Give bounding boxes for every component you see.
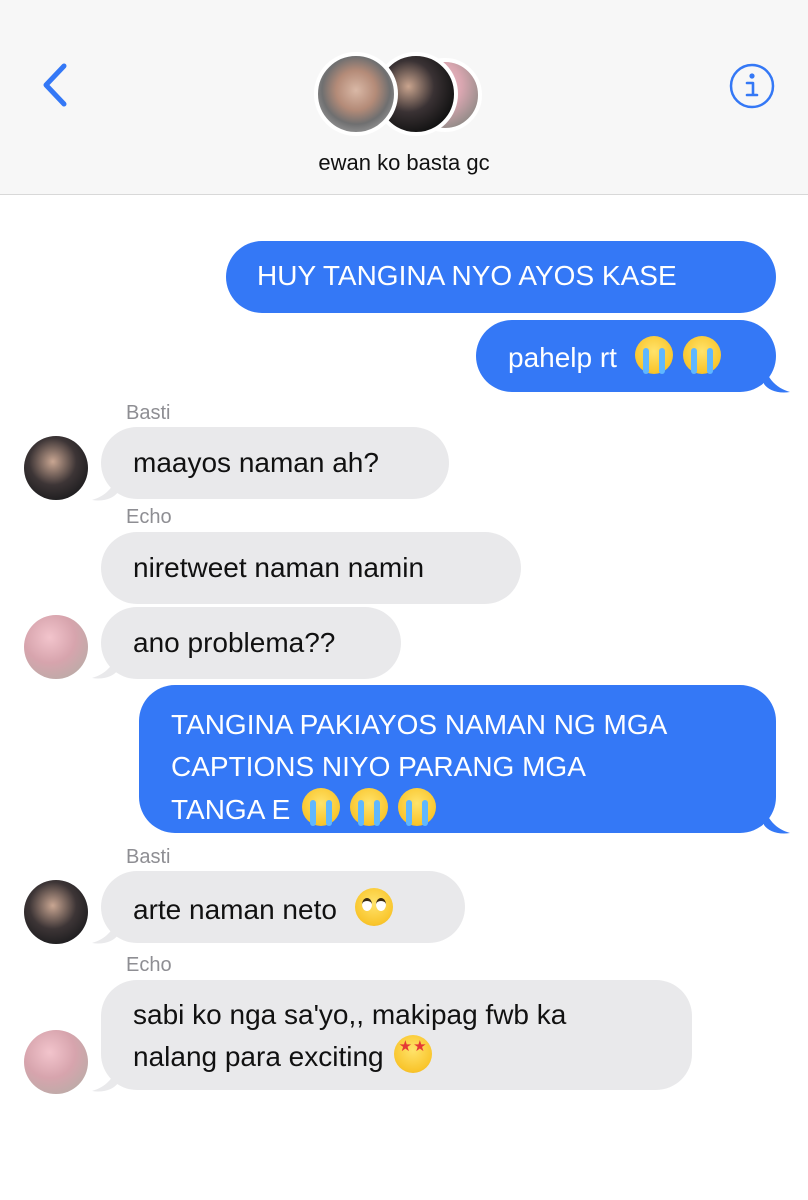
message-line: nalang para exciting (133, 1041, 384, 1072)
avatar-echo[interactable] (24, 1030, 88, 1094)
loudly-crying-emoji (302, 788, 341, 826)
star-struck-emoji (393, 1035, 432, 1073)
bubble-tail (764, 362, 790, 393)
sender-name: Echo (126, 506, 172, 528)
message-text: niretweet naman namin (133, 552, 425, 583)
message-line: TANGINA PAKIAYOS NAMAN NG MGA (171, 709, 668, 740)
message-bubble-incoming[interactable]: sabi ko nga sa'yo,, makipag fwb ka nalan… (101, 980, 692, 1090)
avatar-basti[interactable] (24, 880, 88, 944)
message-text: maayos naman ah? (133, 447, 379, 478)
message-bubble-incoming[interactable]: maayos naman ah? (101, 427, 449, 499)
message-text: arte naman neto (133, 894, 337, 925)
message-bubble-outgoing[interactable]: pahelp rt (476, 320, 776, 392)
group-avatars[interactable] (312, 50, 482, 142)
sender-name: Basti (126, 846, 171, 868)
message-line: TANGA E (171, 794, 291, 825)
loudly-crying-emoji (682, 336, 721, 374)
message-text: HUY TANGINA NYO AYOS KASE (257, 260, 677, 291)
rolling-eyes-emoji (354, 888, 393, 926)
avatar-echo[interactable] (24, 615, 88, 679)
message-bubble-incoming[interactable]: arte naman neto (101, 871, 465, 943)
message-text: ano problema?? (133, 627, 336, 658)
chevron-left-icon (43, 63, 67, 107)
message-line: sabi ko nga sa'yo,, makipag fwb ka (133, 999, 567, 1030)
conversation-header: ewan ko basta gc (0, 0, 808, 195)
message-line: CAPTIONS NIYO PARANG MGA (171, 751, 586, 782)
avatar-basti[interactable] (24, 436, 88, 500)
group-name[interactable]: ewan ko basta gc (0, 150, 808, 176)
message-bubble-outgoing[interactable]: HUY TANGINA NYO AYOS KASE (226, 241, 776, 313)
sender-name: Basti (126, 402, 171, 424)
bubble-tail (764, 803, 790, 834)
message-bubble-incoming[interactable]: niretweet naman namin (101, 532, 521, 604)
info-button[interactable] (728, 62, 776, 110)
loudly-crying-emoji (634, 336, 673, 374)
message-bubble-outgoing[interactable]: TANGINA PAKIAYOS NAMAN NG MGA CAPTIONS N… (139, 685, 776, 833)
message-bubble-incoming[interactable]: ano problema?? (101, 607, 401, 679)
loudly-crying-emoji (350, 788, 389, 826)
group-avatar (314, 52, 398, 136)
info-circle-icon (729, 63, 775, 109)
loudly-crying-emoji (398, 788, 437, 826)
message-text: pahelp rt (508, 342, 617, 373)
back-button[interactable] (36, 60, 76, 110)
sender-name: Echo (126, 954, 172, 976)
